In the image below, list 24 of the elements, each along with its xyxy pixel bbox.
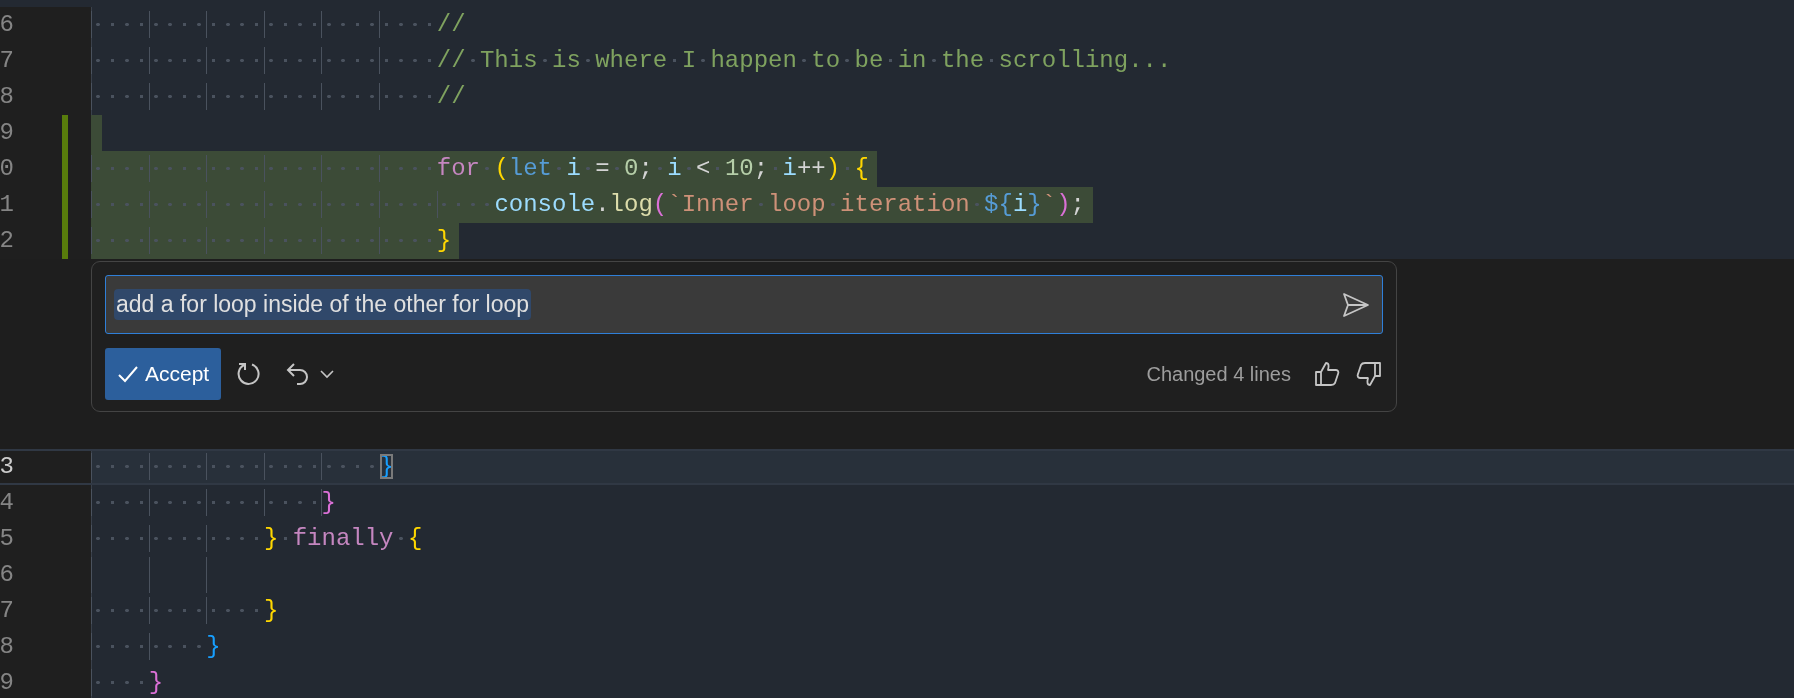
line-number: 6 [0, 10, 14, 40]
line-number: 9 [0, 118, 14, 148]
line-number: 2 [0, 226, 14, 256]
change-summary: Changed 4 lines [1146, 362, 1291, 386]
line-number: 3 [0, 452, 14, 482]
line-number: 5 [0, 524, 14, 554]
code-line: // This is where I happen to be in the scrolling... [91, 43, 1172, 79]
line-number: 6 [0, 560, 14, 590]
send-icon[interactable] [1342, 291, 1370, 318]
caret-icon[interactable] [319, 369, 336, 379]
check-icon [117, 364, 139, 384]
line-number: 7 [0, 596, 14, 626]
line-number: 7 [0, 46, 14, 76]
line-number: 4 [0, 488, 14, 518]
line-number: 1 [0, 190, 14, 220]
line-number: 8 [0, 82, 14, 112]
thumbs-up-icon[interactable] [1313, 360, 1341, 388]
line-number: 0 [0, 154, 14, 184]
accept-button[interactable]: Accept [105, 348, 222, 400]
line-number: 9 [0, 668, 14, 698]
prompt-field[interactable]: add a for loop inside of the other for loop [105, 275, 1383, 334]
line-number: 8 [0, 632, 14, 662]
thumbs-down-icon[interactable] [1355, 360, 1383, 388]
code-line: } finally { [91, 521, 423, 557]
